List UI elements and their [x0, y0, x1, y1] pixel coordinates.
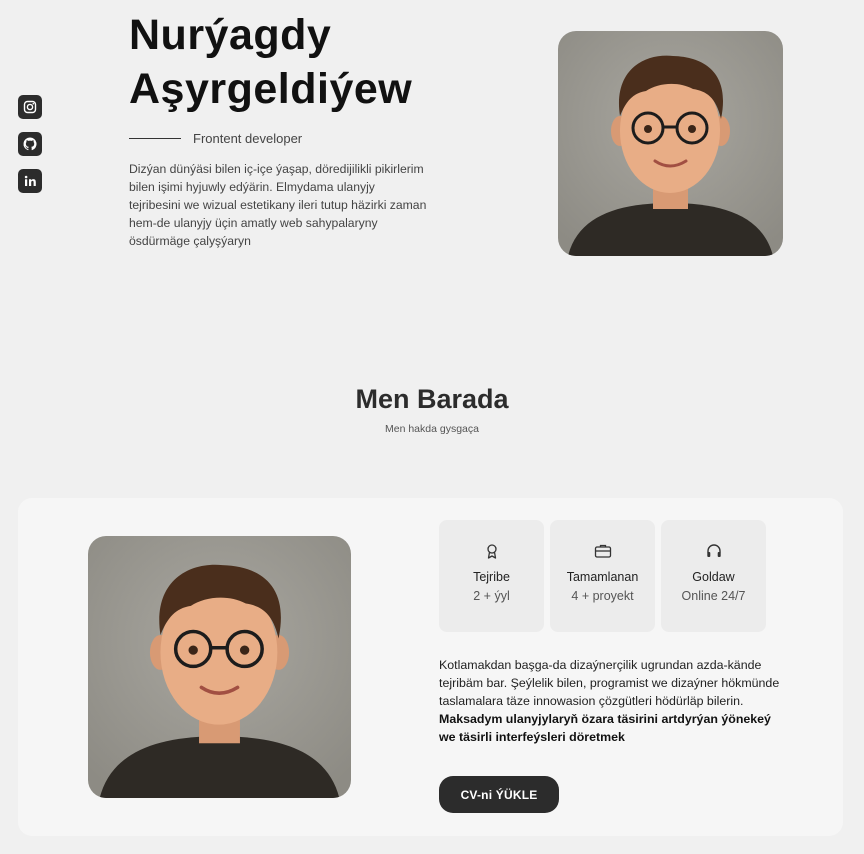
instagram-link[interactable]: [18, 95, 42, 119]
linkedin-link[interactable]: [18, 169, 42, 193]
hero-avatar-photo: [558, 31, 783, 256]
about-subtitle: Men hakda gysgaça: [385, 423, 479, 435]
role-divider: [129, 138, 181, 139]
about-title: Men Barada: [355, 384, 509, 414]
github-link[interactable]: [18, 132, 42, 156]
instagram-icon: [23, 100, 37, 114]
hero-name-last: Aşyrgeldiýew: [129, 65, 413, 113]
about-text-normal: Kotlamakdan başga-da dizaýnerçilik ugrun…: [439, 658, 780, 708]
linkedin-icon: [24, 175, 36, 186]
stat-support: Goldaw Online 24/7: [661, 520, 766, 632]
stat-value: Online 24/7: [681, 589, 746, 603]
hero-description: Dizýan dünýäsi bilen iç-içe ýaşap, döred…: [129, 162, 427, 248]
stat-title: Tejribe: [473, 570, 510, 584]
headset-icon: [706, 544, 721, 557]
stat-title: Tamamlanan: [566, 570, 639, 584]
stats-row: Tejribe 2 + ýyl Tamamlanan 4 + proyekt G…: [439, 520, 766, 632]
download-cv-button[interactable]: CV-ni ÝÜKLE: [439, 776, 559, 813]
about-avatar-photo: [88, 536, 351, 798]
briefcase-icon: [594, 544, 611, 558]
hero-role-row: Frontent developer: [129, 131, 302, 146]
about-text-bold: Maksadym ulanyjylaryň özara täsirini art…: [439, 712, 771, 744]
stat-value: 4 + proyekt: [571, 589, 634, 603]
stat-projects: Tamamlanan 4 + proyekt: [550, 520, 655, 632]
hero-name-first: Nurýagdy: [129, 11, 332, 59]
stat-value: 2 + ýyl: [473, 589, 510, 603]
hero-name: Nurýagdy Aşyrgeldiýew: [129, 8, 459, 116]
stat-experience: Tejribe 2 + ýyl: [439, 520, 544, 632]
github-icon: [23, 137, 37, 151]
social-links: [18, 95, 42, 193]
hero-role: Frontent developer: [193, 131, 303, 146]
award-icon: [486, 544, 497, 559]
about-description: Kotlamakdan başga-da dizaýnerçilik ugrun…: [439, 656, 789, 746]
stat-title: Goldaw: [692, 570, 735, 584]
